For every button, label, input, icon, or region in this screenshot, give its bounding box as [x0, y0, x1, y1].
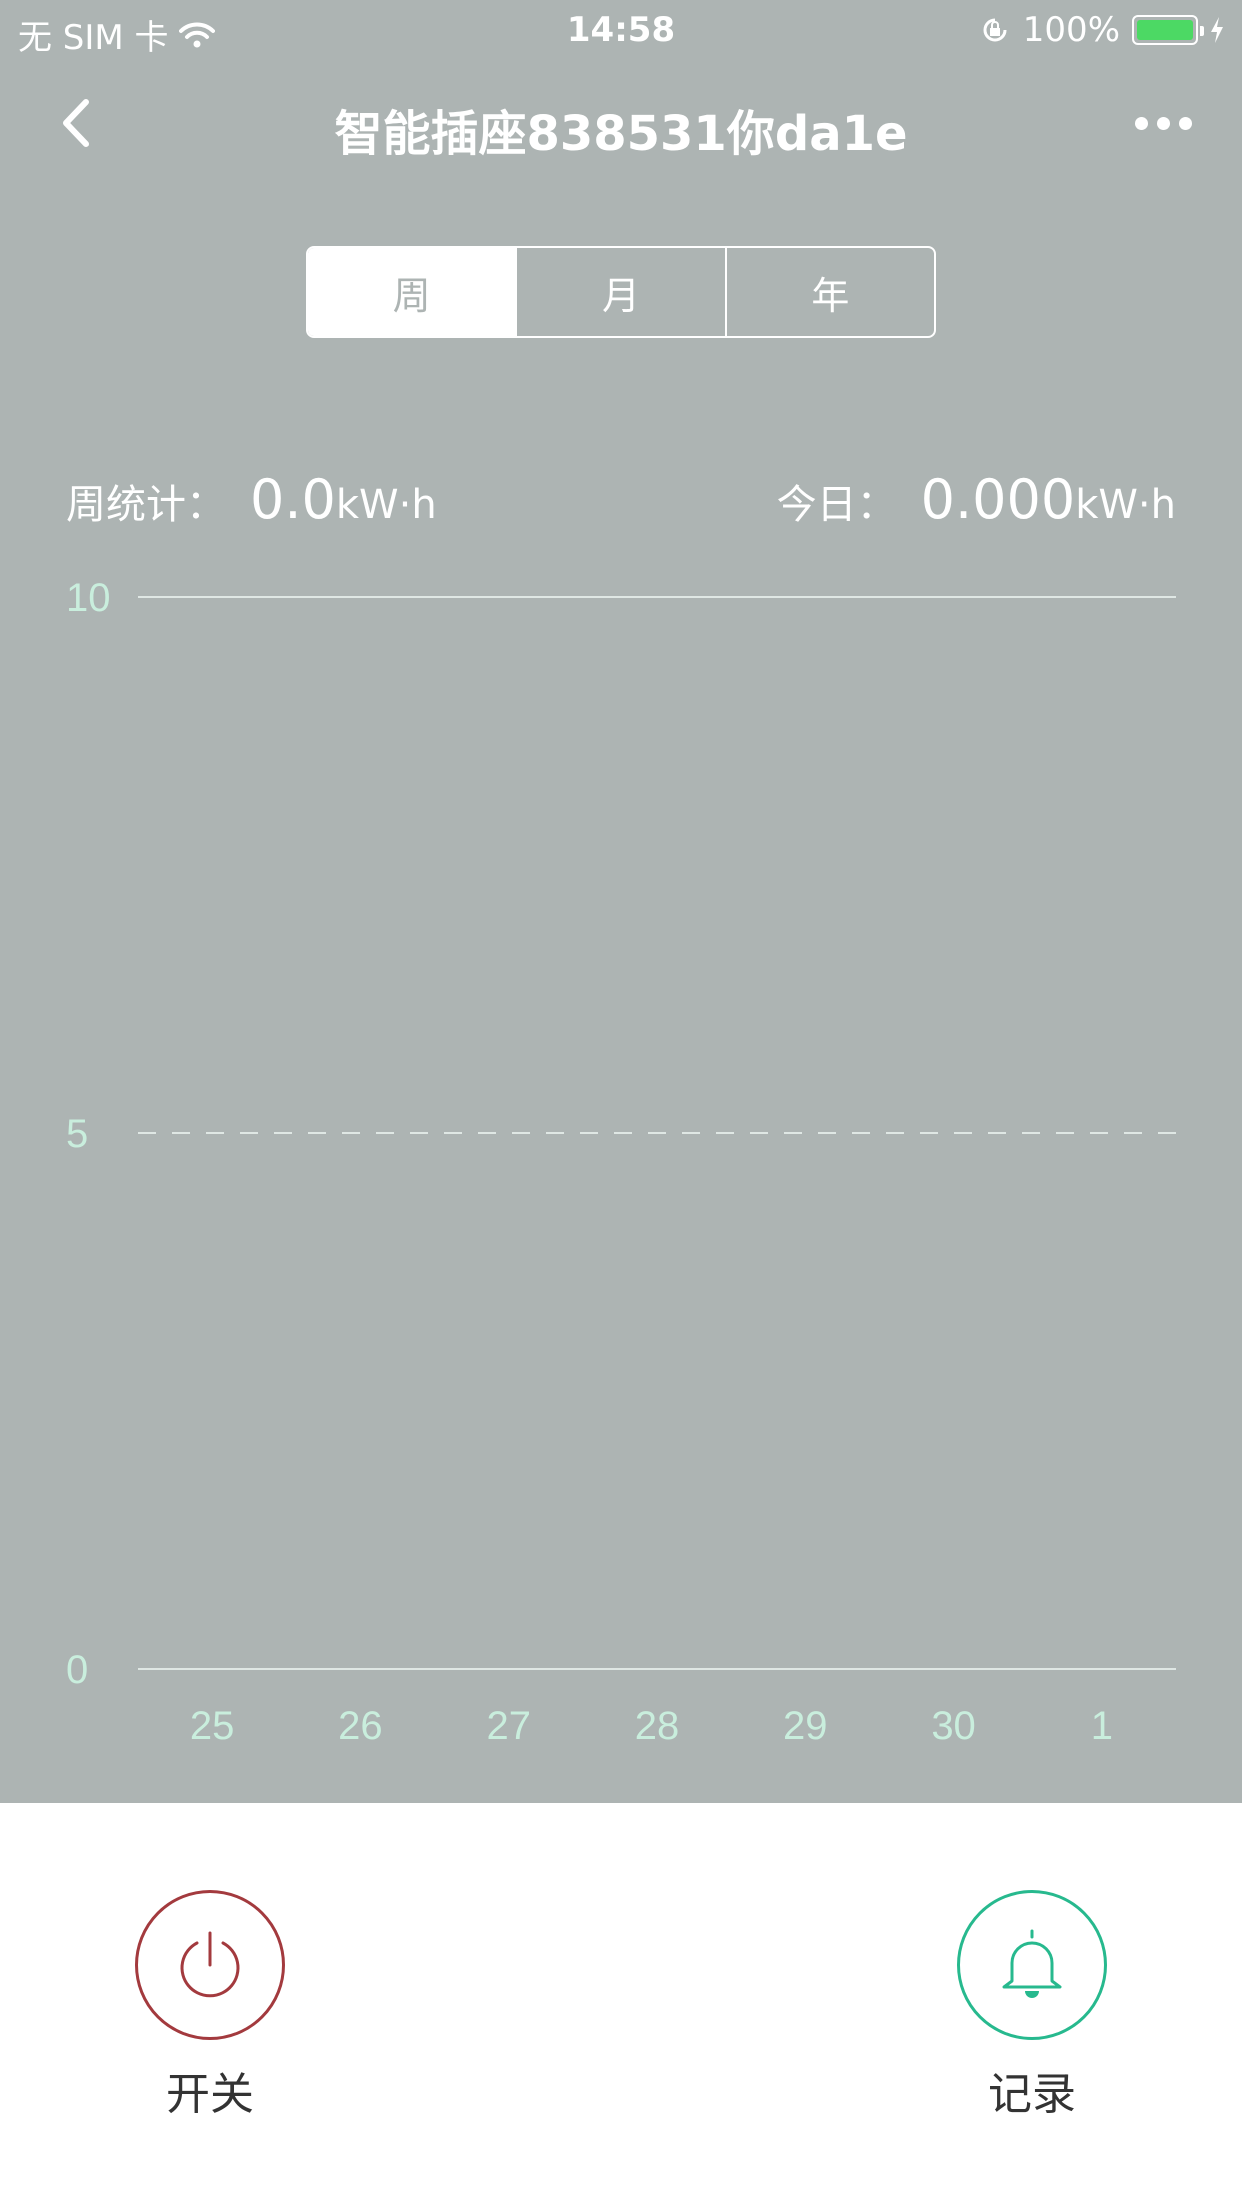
more-button[interactable] [1128, 88, 1198, 158]
power-label: 开关 [166, 2069, 254, 2120]
more-dot-icon [1178, 116, 1192, 130]
x-tick-label: 25 [190, 1704, 235, 1748]
week-stat-value: 0.0 [250, 468, 336, 531]
x-tick-label: 29 [783, 1704, 828, 1748]
record-label: 记录 [988, 2069, 1076, 2120]
nav-bar: 智能插座838531你da1e [0, 70, 1242, 180]
today-stat-label: 今日： [776, 482, 897, 528]
today-stat-unit: kW·h [1075, 482, 1176, 528]
week-stat-label: 周统计： [66, 482, 226, 528]
tab-year[interactable]: 年 [727, 248, 934, 336]
charging-icon [1211, 17, 1223, 43]
battery-percent: 100% [1022, 10, 1120, 50]
page-title: 智能插座838531你da1e [334, 106, 908, 162]
y-tick-label: 5 [66, 1112, 88, 1156]
battery-icon [1132, 15, 1204, 45]
more-dot-icon [1156, 116, 1170, 130]
period-segmented-control: 周 月 年 [306, 246, 936, 338]
x-tick-label: 30 [931, 1704, 976, 1748]
week-stat: 周统计： 0.0 kW·h [66, 468, 437, 531]
x-tick-label: 26 [338, 1704, 383, 1748]
header-panel: 无 SIM 卡 14:58 100% 智能插座838531你da1e 周 月 年… [0, 0, 1242, 1803]
x-tick-label: 27 [486, 1704, 531, 1748]
record-action[interactable]: 记录 [957, 1890, 1107, 2122]
power-icon [180, 1931, 240, 1998]
bell-icon [1002, 1929, 1062, 1998]
x-tick-label: 1 [1091, 1704, 1113, 1748]
rotation-lock-icon [983, 18, 1007, 42]
record-button[interactable] [957, 1890, 1107, 2040]
status-bar: 无 SIM 卡 14:58 100% [0, 0, 1242, 60]
today-stat-value: 0.000 [920, 468, 1076, 531]
status-right: 100% [979, 10, 1224, 50]
power-action[interactable]: 开关 [135, 1890, 285, 2122]
today-stat: 今日： 0.000 kW·h [777, 468, 1176, 531]
energy-chart: 10 5 0 25 26 27 28 29 30 1 [66, 576, 1176, 1748]
y-tick-label: 10 [66, 576, 111, 620]
tab-month[interactable]: 月 [517, 248, 727, 336]
y-tick-label: 0 [66, 1648, 88, 1692]
more-dot-icon [1134, 116, 1148, 130]
x-tick-label: 28 [635, 1704, 680, 1748]
week-stat-unit: kW·h [335, 482, 437, 528]
power-button[interactable] [135, 1890, 285, 2040]
tab-week[interactable]: 周 [308, 248, 518, 336]
